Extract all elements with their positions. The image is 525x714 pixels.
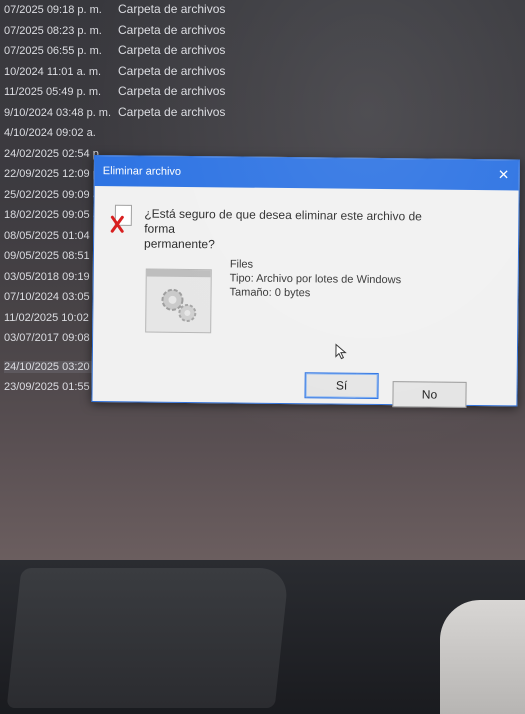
file-type-label: Carpeta de archivos — [118, 104, 226, 119]
dialog-titlebar: Eliminar archivo × — [94, 156, 519, 191]
file-row[interactable]: 07/2025 09:18 p. m. Carpeta de archivos — [0, 0, 320, 20]
confirmation-message: ¿Está seguro de que desea eliminar este … — [144, 207, 444, 255]
file-row[interactable]: 07/2025 08:23 p. m. Carpeta de archivos — [0, 21, 320, 41]
file-type-label: Carpeta de archivos — [118, 2, 226, 16]
file-row[interactable]: 4/10/2024 09:02 a. — [0, 123, 320, 143]
close-icon[interactable]: × — [498, 164, 509, 184]
file-size: Tamaño: 0 bytes — [229, 286, 311, 300]
thumbnail-strip — [146, 269, 211, 278]
file-date: 07/2025 06:55 p. m. — [4, 45, 102, 57]
mouse-pointer-icon — [335, 343, 347, 360]
file-date: 10/2024 11:01 a. m. — [4, 65, 102, 78]
file-row[interactable]: 9/10/2024 03:48 p. m. Carpeta de archivos — [0, 103, 320, 123]
file-date: 07/2025 08:23 p. m. — [4, 24, 102, 37]
gears-icon — [161, 288, 197, 322]
file-type-label: Carpeta de archivos — [118, 63, 226, 78]
confirmation-line-2: permanente? — [144, 236, 215, 252]
yes-button[interactable]: Sí — [304, 372, 379, 399]
monitor-screen: 07/2025 09:18 p. m. Carpeta de archivos 07… — [0, 0, 525, 560]
file-type-label: Carpeta de archivos — [118, 43, 226, 57]
file-type-label: Carpeta de archivos — [118, 22, 226, 37]
file-thumbnail — [145, 268, 212, 334]
confirmation-line-1: ¿Está seguro de que desea eliminar este … — [144, 206, 422, 236]
no-button[interactable]: No — [392, 381, 467, 408]
warning-icon — [110, 204, 132, 233]
file-row[interactable]: 07/2025 06:55 p. m. Carpeta de archivos — [0, 41, 320, 61]
file-row[interactable]: 10/2024 11:01 a. m. Carpeta de archivos — [0, 62, 320, 82]
dialog-title: Eliminar archivo — [102, 165, 182, 178]
file-date: 11/2025 05:49 p. m. — [4, 86, 102, 98]
background-wall — [440, 600, 525, 714]
file-type-label: Carpeta de archivos — [118, 84, 226, 98]
file-row[interactable]: 11/2025 05:49 p. m. Carpeta de archivos — [0, 82, 320, 102]
file-date: 9/10/2024 03:48 p. m. — [4, 106, 112, 119]
file-date: 4/10/2024 09:02 a. — [4, 127, 96, 139]
delete-file-dialog: Eliminar archivo × ¿Está seguro de que d… — [91, 155, 520, 408]
file-date: 07/2025 09:18 p. m. — [4, 4, 102, 16]
desk-object — [6, 568, 290, 708]
file-info: Files Tipo: Archivo por lotes de Windows… — [229, 257, 402, 301]
